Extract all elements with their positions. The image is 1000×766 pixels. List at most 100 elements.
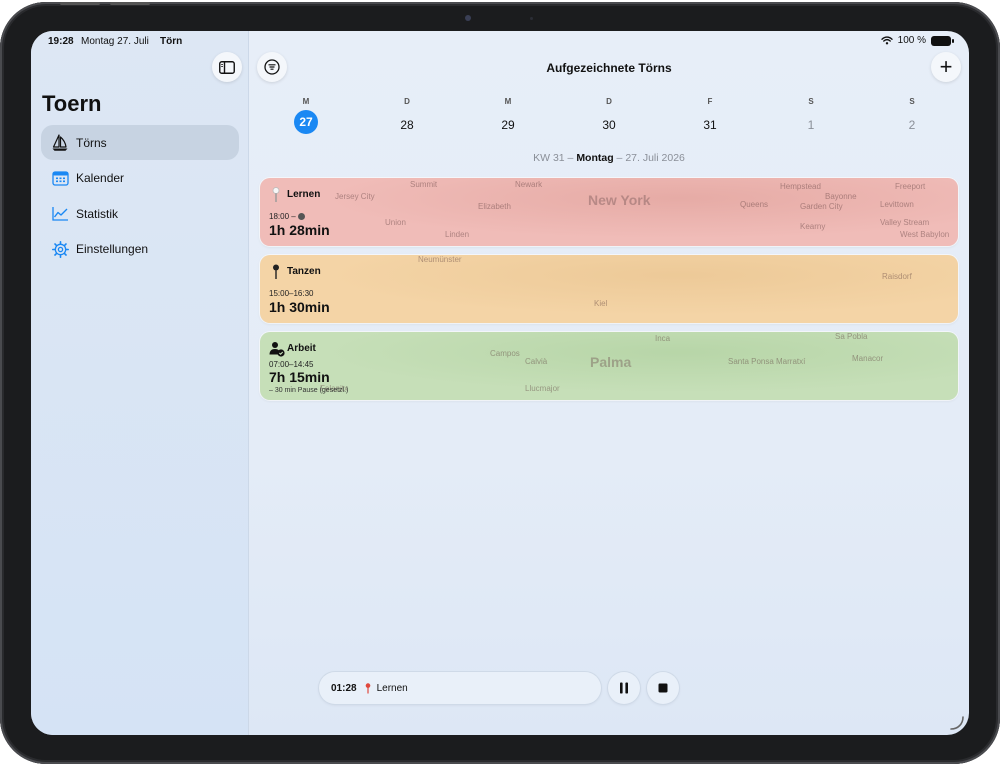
main-content: Aufgezeichnete Törns + M 27 D 28 M 29 D … [249,31,969,735]
map-place-label: Newark [515,180,543,189]
pause-icon [620,682,628,694]
day-number: 2 [908,118,916,132]
map-place-label: Calvià [525,357,548,366]
entry-time: 07:00–14:45 [269,360,314,369]
chart-line-icon [51,205,69,223]
calendar-icon [51,169,69,187]
day-number: 1 [807,118,815,132]
stop-icon [658,683,668,693]
sidebar-item-kalender[interactable]: Kalender [41,161,239,196]
day-number: 31 [703,118,717,132]
entry-title: Tanzen [287,266,321,277]
window-resize-handle[interactable] [947,713,965,731]
pin-icon [272,187,280,202]
sidebar-item-label: Törns [76,135,107,150]
day-number-selected: 27 [294,110,318,134]
selected-date-label: KW 31 – Montag – 27. Juli 2026 [249,152,969,164]
map-place-label: Kearny [800,222,826,231]
entry-card-lernen[interactable]: Newark New York Elizabeth Hempstead Bayonne Q… [260,178,958,246]
day-number: 28 [400,118,414,132]
sidebar-item-label: Einstellungen [76,242,149,256]
day-cell[interactable]: M 27 [291,97,321,134]
sidebar-item-statistik[interactable]: Statistik [41,196,239,231]
week-strip: M 27 D 28 M 29 D 30 F 31 S 1 S 2 [249,97,969,139]
sidebar-item-toerns[interactable]: Törns [41,125,239,160]
map-place-label: Hempstead [780,182,821,191]
person-badge-icon [269,342,285,357]
entry-card-arbeit[interactable]: Palma Manacor Calvià Marratxí Santa Ponsa Sa … [260,332,958,400]
full-date: 27. Juli 2026 [625,152,685,164]
plus-icon: + [939,54,953,79]
day-cell[interactable]: D 30 [594,97,624,137]
day-letter: S [808,97,814,106]
map-place-label: Sa Pobla [835,332,868,341]
map-place-label: Llucmajor [525,384,560,393]
map-place-label: Freeport [895,182,926,191]
map-place-label: Santa Ponsa [728,357,774,366]
map-place-label: Elizabeth [478,202,511,211]
entry-time: 18:00 – [269,212,305,221]
map-place-label: Kiel [594,299,608,308]
day-letter: D [404,97,410,106]
map-place-label: Inca [655,334,671,343]
map-place-label: Summit [410,180,438,189]
separator: – [613,152,626,164]
week-number: KW 31 [533,152,565,164]
map-place-label: West Babylon [900,230,950,239]
gear-icon [51,240,69,258]
entry-time: 15:00–16:30 [269,289,314,298]
stop-button[interactable] [647,672,679,704]
map-place-label: Linden [445,230,470,239]
map-background: Newark New York Elizabeth Hempstead Bayonne Q… [260,178,958,246]
day-number: 29 [501,118,515,132]
map-place-label: Bayonne [825,192,857,201]
entry-title: Lernen [287,189,321,200]
app-title: Toern [42,91,102,116]
sidebar-icon [219,60,235,74]
map-place-label: Manacor [852,354,884,363]
page-title: Aufgezeichnete Törns [546,61,672,75]
screen: Toern Törns Kalender Statistik Einstellu… [31,31,969,735]
map-background: Kiel Neumünster Raisdorf [260,255,958,323]
day-letter: M [302,97,310,106]
map-place-label: Raisdorf [882,272,912,281]
day-cell[interactable]: D 28 [392,97,422,137]
day-letter: S [909,97,915,106]
separator: – [564,152,577,164]
sidebar-toggle-button[interactable] [212,52,242,82]
volume-button [60,2,100,5]
sidebar-item-einstellungen[interactable]: Einstellungen [41,232,239,267]
pin-icon [365,682,371,694]
entry-duration: 7h 15min [269,369,330,385]
day-cell[interactable]: S 2 [897,97,927,137]
entry-title: Arbeit [287,343,316,354]
sidebar-nav: Törns Kalender Statistik Einstellungen [41,125,239,267]
pause-button[interactable] [608,672,640,704]
map-place-label: Neumünster [418,255,462,264]
map-place-label: Garden City [800,202,843,211]
status-date: Montag 27. Juli [81,36,149,47]
pin-icon [273,264,279,279]
timer-value: 01:28 [331,682,357,694]
sidebar-item-label: Statistik [76,206,119,221]
add-button[interactable]: + [931,52,961,82]
day-cell[interactable]: M 29 [493,97,523,137]
front-camera [465,15,471,21]
active-timer-bar[interactable]: 01:28 Lernen [319,672,601,704]
map-place-label: Valley Stream [880,218,930,227]
wifi-icon [880,36,893,45]
entry-note: – 30 min Pause (gesetzl.) [269,387,349,394]
weekday: Montag [576,152,614,164]
entry-card-tanzen[interactable]: Kiel Neumünster Raisdorf Tanzen 15:00–16:3… [260,255,958,323]
day-cell[interactable]: F 31 [695,97,725,137]
sidebar: Toern Törns Kalender Statistik Einstellu… [31,31,249,735]
battery-icon [931,35,954,46]
day-number: 30 [602,118,616,132]
day-cell[interactable]: S 1 [796,97,826,137]
battery-percent: 100 % [897,35,926,46]
timer-label: Lernen [376,682,408,694]
volume-button [110,2,150,5]
day-letter: M [504,97,512,106]
map-place-label: Levittown [880,200,914,209]
map-place-label: Marratxí [776,357,806,366]
